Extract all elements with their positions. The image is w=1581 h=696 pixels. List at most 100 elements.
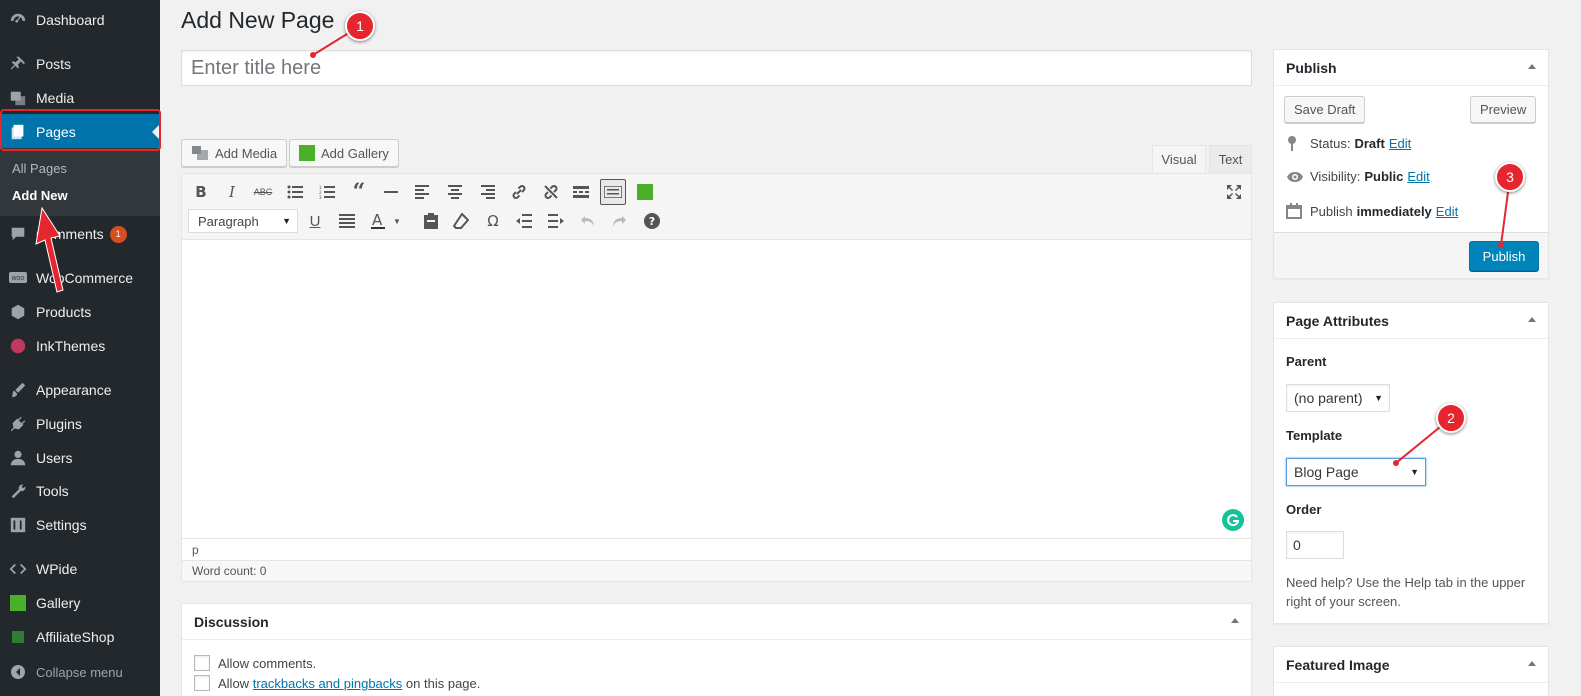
bold-icon[interactable]: B bbox=[188, 179, 214, 205]
svg-text:3: 3 bbox=[319, 195, 322, 199]
admin-sidebar: Dashboard Posts Media Pages All Pages Ad… bbox=[0, 0, 160, 696]
menu-users[interactable]: Users bbox=[0, 441, 160, 475]
add-gallery-button[interactable]: Add Gallery bbox=[289, 139, 399, 167]
format-select[interactable]: Paragraph ▼ bbox=[188, 209, 298, 233]
horizontal-line-icon[interactable] bbox=[378, 179, 404, 205]
right-gutter bbox=[1566, 0, 1581, 696]
menu-wpide[interactable]: WPide bbox=[0, 552, 160, 586]
allow-trackbacks-checkbox[interactable] bbox=[194, 675, 210, 691]
submenu-all-pages[interactable]: All Pages bbox=[12, 161, 67, 176]
template-select[interactable]: Blog Page ▼ bbox=[1286, 458, 1426, 486]
svg-text:?: ? bbox=[649, 215, 655, 228]
edit-visibility-link[interactable]: Edit bbox=[1407, 169, 1429, 184]
allow-prefix: Allow bbox=[218, 675, 250, 691]
menu-appearance[interactable]: Appearance bbox=[0, 373, 160, 407]
grammarly-icon[interactable] bbox=[1222, 509, 1244, 531]
align-right-icon[interactable] bbox=[474, 179, 500, 205]
menu-dashboard[interactable]: Dashboard bbox=[0, 3, 160, 37]
status-label: Status: bbox=[1310, 135, 1351, 151]
menu-woocommerce[interactable]: WOO WooCommerce bbox=[0, 261, 160, 295]
menu-products[interactable]: Products bbox=[0, 295, 160, 329]
text-color-icon[interactable]: A bbox=[366, 208, 392, 234]
align-left-icon[interactable] bbox=[410, 179, 436, 205]
gallery-shortcode-icon[interactable] bbox=[632, 179, 658, 205]
fullscreen-icon[interactable] bbox=[1221, 179, 1247, 205]
save-draft-button[interactable]: Save Draft bbox=[1284, 96, 1366, 123]
discussion-header[interactable]: Discussion bbox=[182, 604, 1251, 640]
paste-text-icon[interactable] bbox=[418, 208, 444, 234]
allow-trackbacks-row: Allow trackbacks and pingbacks on this p… bbox=[194, 675, 480, 691]
tab-text[interactable]: Text bbox=[1209, 145, 1252, 173]
pages-icon bbox=[0, 123, 36, 141]
editor-body[interactable] bbox=[182, 240, 1251, 538]
submenu-add-new[interactable]: Add New bbox=[12, 188, 68, 203]
text-color-dropdown-icon[interactable]: ▼ bbox=[390, 208, 404, 234]
help-icon[interactable]: ? bbox=[639, 208, 665, 234]
page-attributes-header[interactable]: Page Attributes bbox=[1274, 303, 1548, 339]
menu-comments[interactable]: Comments 1 bbox=[0, 217, 160, 251]
bullet-list-icon[interactable] bbox=[282, 179, 308, 205]
parent-select[interactable]: (no parent) ▼ bbox=[1286, 384, 1390, 412]
redo-icon[interactable] bbox=[606, 208, 632, 234]
featured-image-header[interactable]: Featured Image bbox=[1274, 647, 1548, 683]
edit-status-link[interactable]: Edit bbox=[1389, 136, 1411, 151]
menu-label: Gallery bbox=[36, 595, 81, 611]
schedule-row: Publish immediately Edit bbox=[1286, 203, 1458, 219]
menu-posts[interactable]: Posts bbox=[0, 47, 160, 81]
align-center-icon[interactable] bbox=[442, 179, 468, 205]
underline-icon[interactable]: U bbox=[302, 208, 328, 234]
callout-3: 3 bbox=[1495, 162, 1525, 192]
menu-settings[interactable]: Settings bbox=[0, 508, 160, 542]
indent-icon[interactable] bbox=[543, 208, 569, 234]
menu-label: Media bbox=[36, 90, 75, 106]
media-icon bbox=[191, 145, 209, 161]
strikethrough-icon[interactable]: ABC bbox=[250, 179, 276, 205]
menu-inkthemes[interactable]: InkThemes bbox=[0, 329, 160, 363]
blockquote-icon[interactable]: “ bbox=[346, 179, 372, 205]
italic-icon[interactable]: I bbox=[219, 179, 245, 205]
tab-visual[interactable]: Visual bbox=[1152, 145, 1206, 173]
order-input[interactable] bbox=[1286, 531, 1344, 559]
numbered-list-icon[interactable]: 123 bbox=[314, 179, 340, 205]
menu-media[interactable]: Media bbox=[0, 81, 160, 115]
outdent-icon[interactable] bbox=[511, 208, 537, 234]
collapse-icon bbox=[0, 664, 36, 680]
unlink-icon[interactable] bbox=[538, 179, 564, 205]
collapse-menu-button[interactable]: Collapse menu bbox=[0, 658, 160, 686]
menu-label: AffiliateShop bbox=[36, 629, 115, 645]
trackbacks-link[interactable]: trackbacks and pingbacks bbox=[253, 676, 403, 691]
title-input[interactable] bbox=[181, 50, 1252, 86]
link-icon[interactable] bbox=[506, 179, 532, 205]
gallery-icon bbox=[299, 145, 315, 161]
edit-schedule-link[interactable]: Edit bbox=[1436, 204, 1458, 219]
menu-label: Dashboard bbox=[36, 12, 105, 28]
plug-icon bbox=[0, 415, 36, 433]
justify-icon[interactable] bbox=[334, 208, 360, 234]
toggle-arrow-icon[interactable] bbox=[1528, 64, 1536, 69]
menu-pages[interactable]: Pages bbox=[0, 114, 160, 150]
menu-tools[interactable]: Tools bbox=[0, 474, 160, 508]
undo-icon[interactable] bbox=[575, 208, 601, 234]
toggle-arrow-icon[interactable] bbox=[1528, 317, 1536, 322]
pin-icon bbox=[0, 55, 36, 73]
publish-header[interactable]: Publish bbox=[1274, 50, 1548, 86]
allow-comments-checkbox[interactable] bbox=[194, 655, 210, 671]
read-more-icon[interactable] bbox=[568, 179, 594, 205]
special-character-icon[interactable]: Ω bbox=[480, 208, 506, 234]
order-label: Order bbox=[1286, 502, 1322, 517]
preview-button[interactable]: Preview bbox=[1470, 96, 1537, 123]
add-media-button[interactable]: Add Media bbox=[181, 139, 288, 167]
template-value: Blog Page bbox=[1294, 464, 1359, 480]
toggle-arrow-icon[interactable] bbox=[1231, 618, 1239, 623]
menu-affiliateshop[interactable]: AffiliateShop bbox=[0, 620, 160, 654]
menu-gallery[interactable]: Gallery bbox=[0, 586, 160, 620]
editor-toolbar: B I ABC 123 “ Paragraph ▼ U A ▼ Ω ? bbox=[182, 174, 1251, 240]
content-editor: B I ABC 123 “ Paragraph ▼ U A ▼ Ω ? p Wo… bbox=[181, 173, 1252, 582]
toggle-arrow-icon[interactable] bbox=[1528, 661, 1536, 666]
publish-button[interactable]: Publish bbox=[1469, 241, 1539, 271]
toolbar-toggle-icon[interactable] bbox=[600, 179, 626, 205]
page-attributes-title: Page Attributes bbox=[1286, 312, 1389, 329]
schedule-value: immediately bbox=[1356, 203, 1432, 219]
clear-formatting-icon[interactable] bbox=[448, 208, 474, 234]
menu-plugins[interactable]: Plugins bbox=[0, 407, 160, 441]
